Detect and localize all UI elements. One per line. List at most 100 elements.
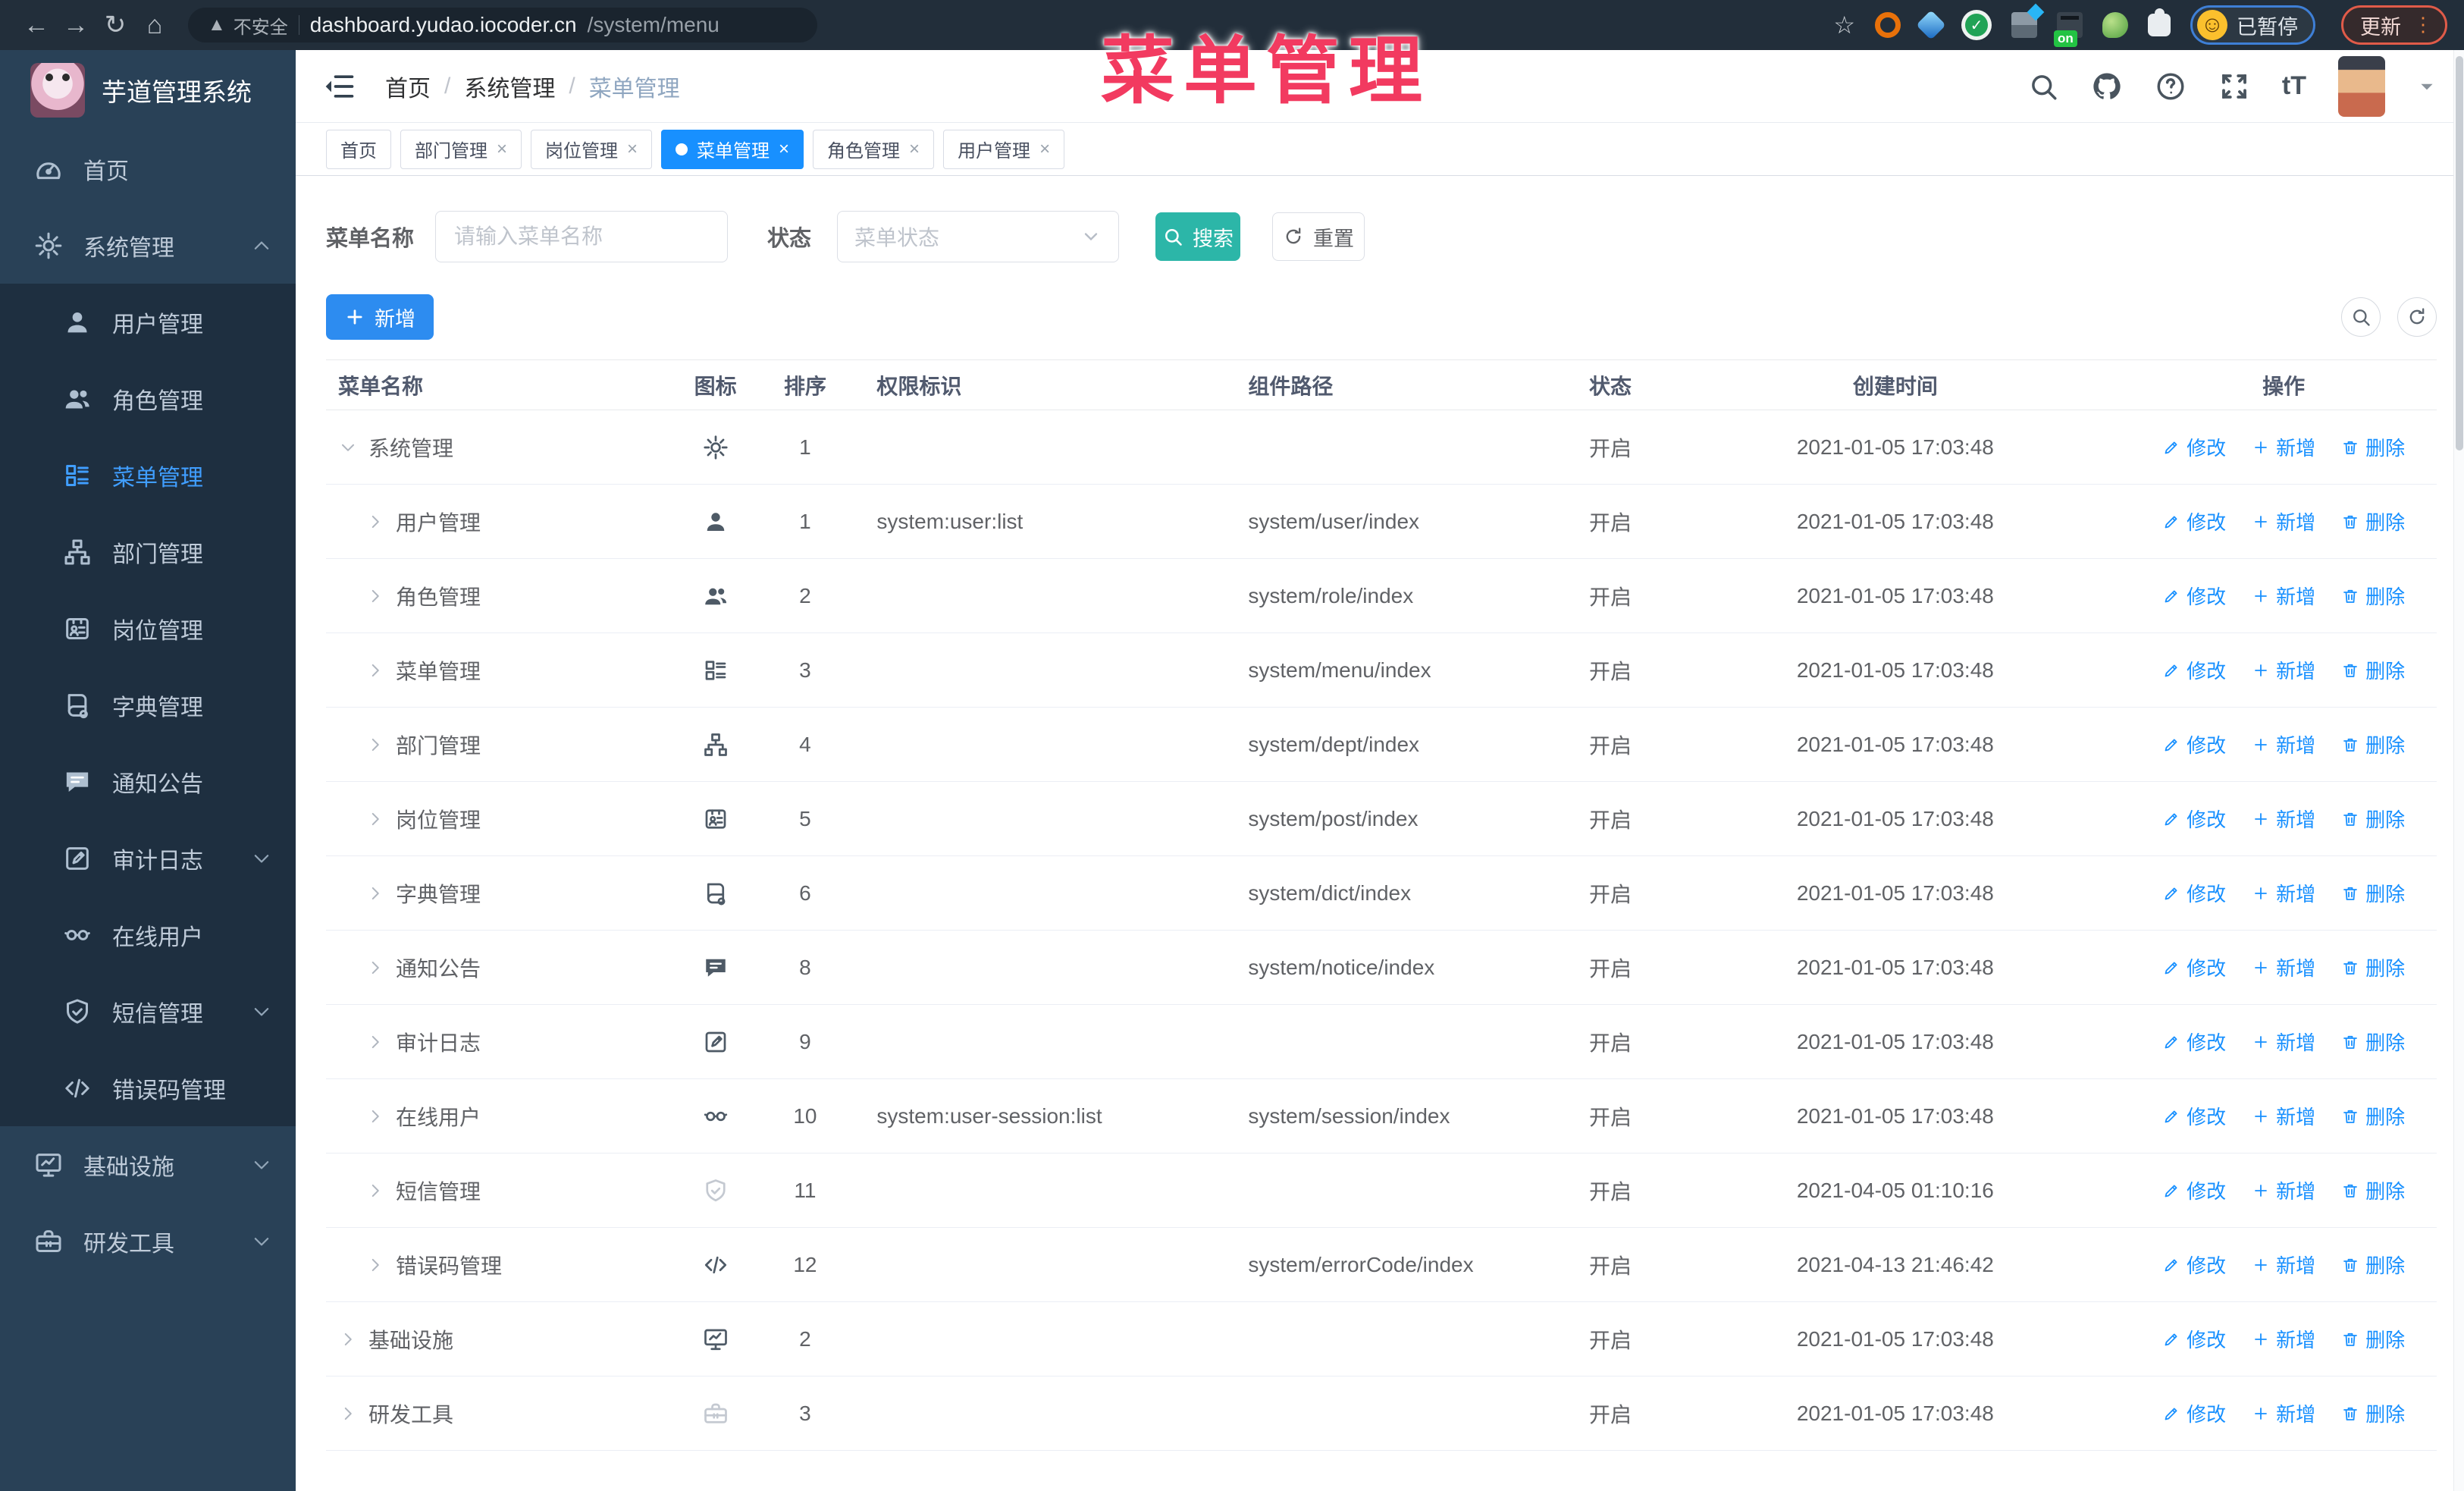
toggle-search-button[interactable] <box>2341 297 2381 337</box>
delete-action[interactable]: 删除 <box>2341 1399 2405 1427</box>
delete-action[interactable]: 删除 <box>2341 805 2405 833</box>
close-tab-icon[interactable]: × <box>1039 139 1050 160</box>
add-action[interactable]: 新增 <box>2252 433 2315 461</box>
scrollbar-thumb[interactable] <box>2456 56 2463 450</box>
sidebar-item-首页[interactable]: 首页 <box>0 130 296 207</box>
delete-action[interactable]: 删除 <box>2341 1325 2405 1353</box>
close-tab-icon[interactable]: × <box>627 139 638 160</box>
row-chevron-right-icon[interactable] <box>365 1255 385 1275</box>
sidebar-item-用户管理[interactable]: 用户管理 <box>0 284 296 360</box>
row-chevron-right-icon[interactable] <box>365 1032 385 1052</box>
tab-部门管理[interactable]: 部门管理 × <box>400 129 522 169</box>
github-icon[interactable] <box>2091 71 2123 102</box>
edit-action[interactable]: 修改 <box>2162 953 2226 981</box>
delete-action[interactable]: 删除 <box>2341 1028 2405 1056</box>
browser-forward-icon[interactable]: → <box>56 5 96 45</box>
row-chevron-right-icon[interactable] <box>365 586 385 606</box>
delete-action[interactable]: 删除 <box>2341 582 2405 610</box>
delete-action[interactable]: 删除 <box>2341 656 2405 684</box>
browser-home-icon[interactable]: ⌂ <box>135 5 174 45</box>
add-action[interactable]: 新增 <box>2252 953 2315 981</box>
tab-用户管理[interactable]: 用户管理 × <box>943 129 1065 169</box>
sidebar-logo[interactable]: 芋道管理系统 <box>0 50 296 130</box>
tab-岗位管理[interactable]: 岗位管理 × <box>531 129 653 169</box>
add-action[interactable]: 新增 <box>2252 1028 2315 1056</box>
extension-check-icon[interactable]: ✓ <box>1961 10 1992 40</box>
reset-button[interactable]: 重置 <box>1272 212 1365 261</box>
row-chevron-right-icon[interactable] <box>365 512 385 532</box>
browser-update-button[interactable]: 更新 ⋮ <box>2341 5 2447 45</box>
address-bar[interactable]: ▲ 不安全 dashboard.yudao.iocoder.cn/system/… <box>188 8 817 42</box>
add-action[interactable]: 新增 <box>2252 805 2315 833</box>
edit-action[interactable]: 修改 <box>2162 730 2226 758</box>
extension-on-icon[interactable] <box>2054 12 2083 47</box>
add-action[interactable]: 新增 <box>2252 879 2315 907</box>
delete-action[interactable]: 删除 <box>2341 1176 2405 1204</box>
bookmark-star-icon[interactable]: ☆ <box>1833 11 1855 39</box>
row-chevron-right-icon[interactable] <box>365 1181 385 1201</box>
sidebar-item-研发工具[interactable]: 研发工具 <box>0 1203 296 1279</box>
sidebar-item-系统管理[interactable]: 系统管理 <box>0 207 296 284</box>
add-action[interactable]: 新增 <box>2252 730 2315 758</box>
row-chevron-right-icon[interactable] <box>338 1404 358 1424</box>
close-tab-icon[interactable]: × <box>909 139 920 160</box>
delete-action[interactable]: 删除 <box>2341 433 2405 461</box>
edit-action[interactable]: 修改 <box>2162 805 2226 833</box>
header-search-icon[interactable] <box>2027 71 2059 102</box>
add-action[interactable]: 新增 <box>2252 582 2315 610</box>
add-action[interactable]: 新增 <box>2252 1325 2315 1353</box>
row-chevron-right-icon[interactable] <box>365 958 385 978</box>
row-chevron-right-icon[interactable] <box>365 884 385 903</box>
edit-action[interactable]: 修改 <box>2162 582 2226 610</box>
edit-action[interactable]: 修改 <box>2162 1251 2226 1279</box>
add-action[interactable]: 新增 <box>2252 656 2315 684</box>
row-chevron-right-icon[interactable] <box>338 1329 358 1349</box>
browser-profile-chip[interactable]: ☺ 已暂停 <box>2190 5 2315 45</box>
sidebar-item-部门管理[interactable]: 部门管理 <box>0 513 296 590</box>
sidebar-item-审计日志[interactable]: 审计日志 <box>0 820 296 896</box>
delete-action[interactable]: 删除 <box>2341 730 2405 758</box>
row-chevron-right-icon[interactable] <box>365 735 385 755</box>
font-size-icon[interactable]: tT <box>2282 71 2306 101</box>
close-tab-icon[interactable]: × <box>497 139 507 160</box>
tab-角色管理[interactable]: 角色管理 × <box>813 129 935 169</box>
close-tab-icon[interactable]: × <box>779 139 789 160</box>
browser-back-icon[interactable]: ← <box>17 5 56 45</box>
delete-action[interactable]: 删除 <box>2341 1251 2405 1279</box>
add-action[interactable]: 新增 <box>2252 1251 2315 1279</box>
fullscreen-icon[interactable] <box>2218 71 2250 102</box>
refresh-table-button[interactable] <box>2397 297 2437 337</box>
delete-action[interactable]: 删除 <box>2341 879 2405 907</box>
add-action[interactable]: 新增 <box>2252 507 2315 535</box>
breadcrumb-system[interactable]: 系统管理 <box>464 70 555 103</box>
sidebar-item-错误码管理[interactable]: 错误码管理 <box>0 1050 296 1126</box>
sidebar-item-在线用户[interactable]: 在线用户 <box>0 896 296 973</box>
row-chevron-right-icon[interactable] <box>365 1106 385 1126</box>
add-action[interactable]: 新增 <box>2252 1176 2315 1204</box>
browser-reload-icon[interactable]: ↻ <box>96 5 135 45</box>
row-chevron-right-icon[interactable] <box>365 809 385 829</box>
avatar-caret-down-icon[interactable] <box>2417 77 2437 96</box>
add-action[interactable]: 新增 <box>2252 1399 2315 1427</box>
edit-action[interactable]: 修改 <box>2162 507 2226 535</box>
edit-action[interactable]: 修改 <box>2162 656 2226 684</box>
tab-首页[interactable]: 首页 <box>326 129 391 169</box>
sidebar-item-菜单管理[interactable]: 菜单管理 <box>0 437 296 513</box>
extension-tiles-icon[interactable] <box>2011 12 2037 38</box>
help-question-icon[interactable] <box>2155 71 2187 102</box>
delete-action[interactable]: 删除 <box>2341 507 2405 535</box>
extension-ring-icon[interactable] <box>1875 12 1901 38</box>
delete-action[interactable]: 删除 <box>2341 953 2405 981</box>
sidebar-item-通知公告[interactable]: 通知公告 <box>0 743 296 820</box>
edit-action[interactable]: 修改 <box>2162 879 2226 907</box>
user-avatar[interactable] <box>2338 55 2385 117</box>
security-warning[interactable]: ▲ 不安全 <box>208 12 288 39</box>
sidebar-item-字典管理[interactable]: 字典管理 <box>0 667 296 743</box>
page-scrollbar[interactable] <box>2453 50 2464 1491</box>
extension-gem-icon[interactable] <box>1916 10 1946 40</box>
edit-action[interactable]: 修改 <box>2162 1325 2226 1353</box>
collapse-sidebar-icon[interactable] <box>323 70 356 103</box>
edit-action[interactable]: 修改 <box>2162 433 2226 461</box>
row-chevron-right-icon[interactable] <box>365 661 385 680</box>
menu-name-input[interactable] <box>435 211 729 262</box>
